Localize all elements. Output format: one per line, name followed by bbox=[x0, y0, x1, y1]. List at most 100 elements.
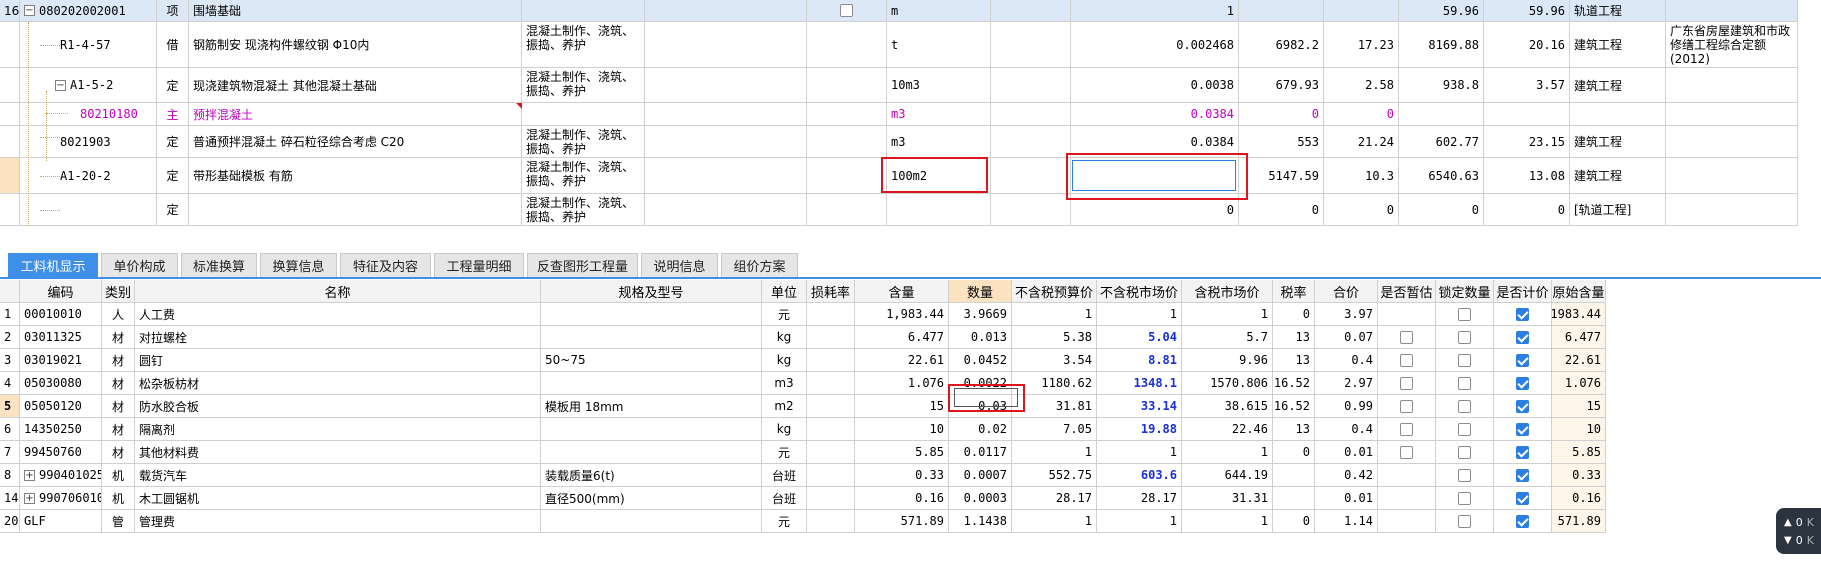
cell-est[interactable] bbox=[1378, 418, 1436, 441]
resource-row[interactable]: 20 GLF 管管理费 元 571.89 1.1438 1 1 1 0 1.14 571.89 bbox=[0, 510, 1606, 533]
cell-budget[interactable]: 7.05 bbox=[1012, 418, 1097, 441]
cell-blank2[interactable] bbox=[991, 126, 1071, 158]
cell-num[interactable]: 6 bbox=[0, 418, 20, 441]
cell-num[interactable]: 16 bbox=[0, 0, 20, 22]
cell-name[interactable]: 其他材料费 bbox=[135, 441, 541, 464]
cell-num[interactable] bbox=[0, 68, 20, 103]
cell-project[interactable]: 轨道工程 bbox=[1570, 0, 1666, 22]
column-header-market-tax[interactable]: 含税市场价 bbox=[1182, 280, 1273, 303]
cell-loss[interactable] bbox=[807, 349, 855, 372]
cell-content[interactable]: 571.89 bbox=[855, 510, 949, 533]
cell-unit[interactable]: t bbox=[887, 22, 991, 68]
cell-budget[interactable]: 1 bbox=[1012, 303, 1097, 326]
cell-spec[interactable] bbox=[541, 418, 762, 441]
cell-spec[interactable] bbox=[541, 326, 762, 349]
cell-priced[interactable] bbox=[1494, 510, 1552, 533]
cell-lock[interactable] bbox=[1436, 418, 1494, 441]
cell-unit[interactable]: kg bbox=[762, 418, 807, 441]
cell-p2[interactable]: 10.3 bbox=[1324, 158, 1399, 194]
column-header-unit[interactable]: 单位 bbox=[762, 280, 807, 303]
cell-qty[interactable]: 0.0452 bbox=[949, 349, 1012, 372]
estimate-checkbox[interactable] bbox=[1400, 445, 1413, 459]
cell-est[interactable] bbox=[1378, 464, 1436, 487]
cell-project[interactable]: 建筑工程 bbox=[1570, 158, 1666, 194]
tab-5[interactable]: 工程量明细 bbox=[434, 253, 524, 277]
cell-budget[interactable]: 1 bbox=[1012, 441, 1097, 464]
cell-blank1[interactable] bbox=[645, 103, 807, 126]
cell-name[interactable]: 防水胶合板 bbox=[135, 395, 541, 418]
cell-feature[interactable] bbox=[522, 0, 645, 22]
cell-code[interactable]: +990401025 bbox=[20, 464, 102, 487]
cell-market-tax[interactable]: 22.46 bbox=[1182, 418, 1273, 441]
column-header-est[interactable]: 是否暂估 bbox=[1378, 280, 1436, 303]
cell-loss[interactable] bbox=[807, 441, 855, 464]
cell-cat[interactable]: 材 bbox=[102, 349, 135, 372]
cell-total[interactable]: 2.97 bbox=[1315, 372, 1378, 395]
cell-unit[interactable]: kg bbox=[762, 349, 807, 372]
cell-p3[interactable]: 938.8 bbox=[1399, 68, 1484, 103]
cell-lock[interactable] bbox=[1436, 303, 1494, 326]
cell-lock[interactable] bbox=[1436, 395, 1494, 418]
cell-p1[interactable] bbox=[1239, 0, 1324, 22]
cell-orig[interactable]: 1.076 bbox=[1552, 372, 1606, 395]
cell-lock[interactable] bbox=[1436, 510, 1494, 533]
cell-num[interactable]: 7 bbox=[0, 441, 20, 464]
cell-code[interactable]: GLF bbox=[20, 510, 102, 533]
cell-market[interactable]: 1348.1 bbox=[1097, 372, 1182, 395]
priced-checkbox[interactable] bbox=[1516, 514, 1529, 528]
cell-p3[interactable]: 59.96 bbox=[1399, 0, 1484, 22]
cell-blank2[interactable] bbox=[991, 158, 1071, 194]
cell-budget[interactable]: 3.54 bbox=[1012, 349, 1097, 372]
cell-p1[interactable]: 553 bbox=[1239, 126, 1324, 158]
cell-priced[interactable] bbox=[1494, 395, 1552, 418]
collapse-icon[interactable]: − bbox=[55, 79, 66, 91]
cell-p3[interactable]: 8169.88 bbox=[1399, 22, 1484, 68]
cell-spec[interactable]: 直径500(mm) bbox=[541, 487, 762, 510]
quota-row[interactable]: − A1-5-2 定现浇建筑物混凝土 其他混凝土基础 混凝土制作、浇筑、振捣、养护 10… bbox=[0, 68, 1798, 103]
cell-total[interactable]: 0.99 bbox=[1315, 395, 1378, 418]
cell-priced[interactable] bbox=[1494, 441, 1552, 464]
cell-budget[interactable]: 5.38 bbox=[1012, 326, 1097, 349]
cell-budget[interactable]: 28.17 bbox=[1012, 487, 1097, 510]
estimate-checkbox[interactable] bbox=[1400, 399, 1413, 413]
expand-icon[interactable]: + bbox=[24, 492, 35, 504]
lock-quantity-checkbox[interactable] bbox=[1458, 376, 1471, 390]
cell-rate[interactable]: 13 bbox=[1273, 418, 1315, 441]
quota-row[interactable]: A1-20-2定带形基础模板 有筋混凝土制作、浇筑、振捣、养护100m20.00… bbox=[0, 158, 1798, 194]
column-header-loss[interactable]: 损耗率 bbox=[807, 280, 855, 303]
cell-quota-lib[interactable] bbox=[1666, 126, 1798, 158]
cell-check[interactable] bbox=[807, 22, 887, 68]
cell-blank2[interactable] bbox=[991, 22, 1071, 68]
cell-code[interactable]: 99450760 bbox=[20, 441, 102, 464]
cell-orig[interactable]: 571.89 bbox=[1552, 510, 1606, 533]
cell-project[interactable]: 建筑工程 bbox=[1570, 126, 1666, 158]
cell-unit[interactable]: m bbox=[887, 0, 991, 22]
estimate-checkbox[interactable] bbox=[1400, 376, 1413, 390]
cell-blank1[interactable] bbox=[645, 0, 807, 22]
quota-row[interactable]: 16−080202002001 项围墙基础 m 1 59.96 59.96 轨道工程 bbox=[0, 0, 1798, 22]
cell-loss[interactable] bbox=[807, 418, 855, 441]
cell-p2[interactable] bbox=[1324, 0, 1399, 22]
tab-1[interactable]: 单价构成 bbox=[101, 253, 178, 277]
cell-feature[interactable] bbox=[522, 103, 645, 126]
cell-type[interactable]: 定 bbox=[157, 194, 189, 226]
cell-name[interactable]: 圆钉 bbox=[135, 349, 541, 372]
cell-budget[interactable]: 1 bbox=[1012, 510, 1097, 533]
cell-check[interactable] bbox=[807, 0, 887, 22]
resource-row[interactable]: 14 +990706010 机木工圆锯机 直径500(mm) 台班 0.16 0.0003 2… bbox=[0, 487, 1606, 510]
cell-feature[interactable]: 混凝土制作、浇筑、振捣、养护 bbox=[522, 68, 645, 103]
cell-check[interactable] bbox=[807, 194, 887, 226]
cell-cat[interactable]: 机 bbox=[102, 464, 135, 487]
cell-rate[interactable]: 0 bbox=[1273, 441, 1315, 464]
cell-loss[interactable] bbox=[807, 510, 855, 533]
cell-num[interactable]: 3 bbox=[0, 349, 20, 372]
cell-est[interactable] bbox=[1378, 372, 1436, 395]
cell-quota-lib[interactable] bbox=[1666, 158, 1798, 194]
cell-total[interactable]: 0.01 bbox=[1315, 487, 1378, 510]
cell-budget[interactable]: 552.75 bbox=[1012, 464, 1097, 487]
cell-content[interactable]: 1.076 bbox=[855, 372, 949, 395]
cell-code[interactable]: 80210180 bbox=[20, 103, 157, 126]
column-header-lock[interactable]: 锁定数量 bbox=[1436, 280, 1494, 303]
cell-name[interactable]: 松杂板枋材 bbox=[135, 372, 541, 395]
row-checkbox[interactable] bbox=[840, 4, 853, 17]
